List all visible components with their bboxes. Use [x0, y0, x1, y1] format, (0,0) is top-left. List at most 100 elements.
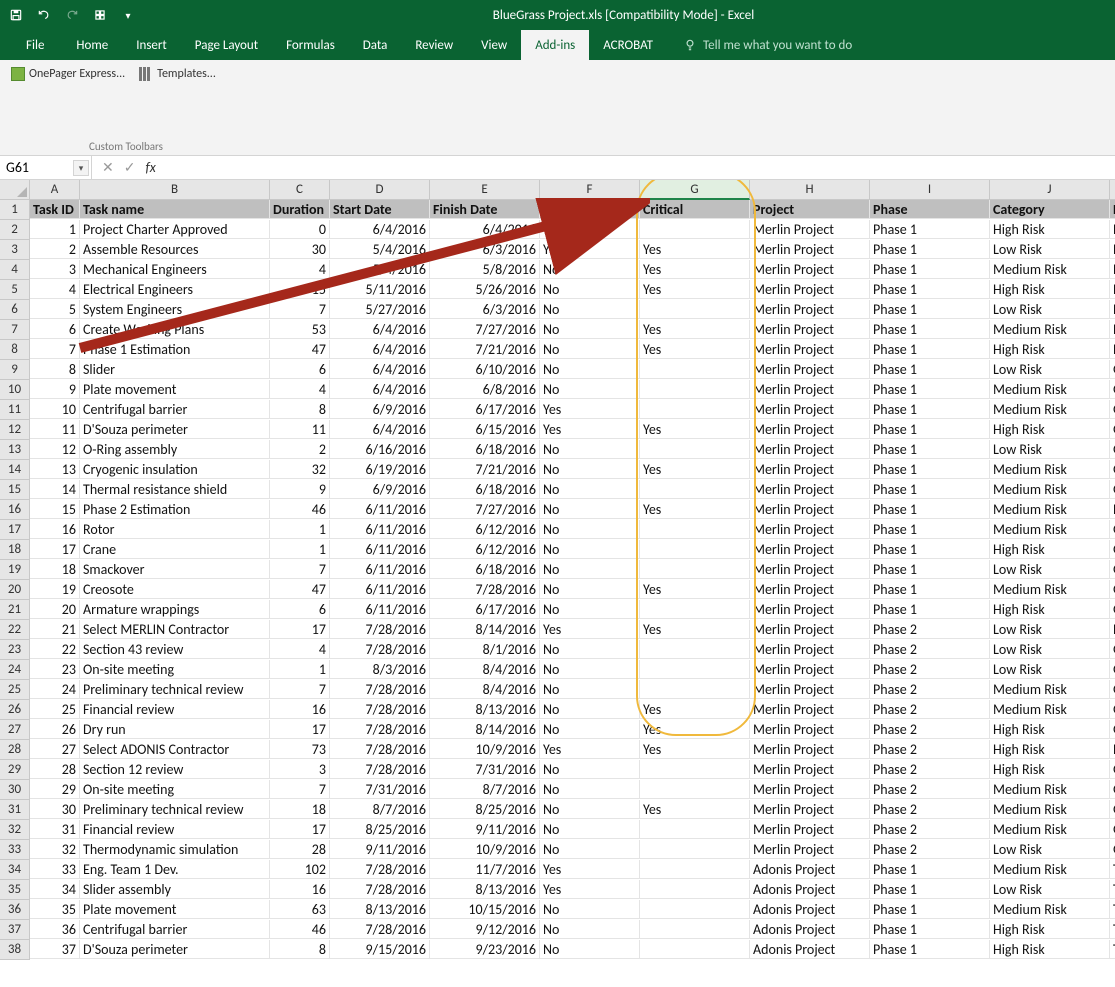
cell[interactable]: Low Risk [990, 300, 1110, 319]
cell[interactable]: No [540, 780, 640, 799]
cell[interactable]: 24 [30, 680, 80, 699]
cell[interactable]: 8/25/2016 [330, 820, 430, 839]
cell[interactable]: Thermodynamic simulation [80, 840, 270, 859]
cell[interactable]: Yes [640, 280, 750, 299]
cell[interactable]: Merlin Project [750, 740, 870, 759]
cell[interactable]: Merlin Project [750, 760, 870, 779]
cell[interactable]: 7/21/2016 [430, 460, 540, 479]
cell[interactable]: 8 [270, 400, 330, 419]
cell[interactable]: Merlin Project [750, 540, 870, 559]
cell[interactable] [640, 680, 750, 699]
cell[interactable]: 1 [270, 540, 330, 559]
cell[interactable]: High Risk [990, 220, 1110, 239]
cell[interactable]: 6/4/2016 [330, 320, 430, 339]
cell[interactable]: Yes [640, 240, 750, 259]
cell[interactable]: Phase 1 [870, 340, 990, 359]
cell[interactable]: No [540, 320, 640, 339]
cell[interactable]: Ge [1110, 720, 1115, 739]
cell[interactable] [640, 560, 750, 579]
cell[interactable]: 5/27/2016 [330, 300, 430, 319]
cell[interactable]: Phase 2 [870, 820, 990, 839]
row-header-24[interactable]: 24 [0, 660, 30, 680]
cell[interactable]: Merlin Project [750, 260, 870, 279]
cell[interactable]: Medium Risk [990, 520, 1110, 539]
cell[interactable]: Plate movement [80, 380, 270, 399]
cell[interactable]: Phase 1 [870, 420, 990, 439]
cell[interactable]: Section 43 review [80, 640, 270, 659]
cell[interactable] [640, 220, 750, 239]
cell[interactable]: Yes [640, 420, 750, 439]
row-header-2[interactable]: 2 [0, 220, 30, 240]
cell[interactable]: Merlin Project [750, 240, 870, 259]
tab-acrobat[interactable]: ACROBAT [589, 30, 667, 60]
cell[interactable]: 6/17/2016 [430, 600, 540, 619]
cell[interactable]: Ge [1110, 360, 1115, 379]
cell[interactable]: Yes [540, 740, 640, 759]
cell[interactable]: Ge [1110, 780, 1115, 799]
cell[interactable]: Pr [1110, 740, 1115, 759]
cell[interactable]: 5/4/2016 [330, 260, 430, 279]
cell[interactable]: 6/3/2016 [430, 240, 540, 259]
cell[interactable]: Merlin Project [750, 220, 870, 239]
cell[interactable]: 73 [270, 740, 330, 759]
cell[interactable]: No [540, 260, 640, 279]
enter-formula-icon[interactable]: ✓ [124, 159, 136, 176]
cell[interactable]: Yes [640, 720, 750, 739]
cell[interactable]: Pr [1110, 500, 1115, 519]
cell[interactable]: 6/17/2016 [430, 400, 540, 419]
cell[interactable]: Pr [1110, 280, 1115, 299]
cell[interactable]: Phase 1 [870, 300, 990, 319]
cell[interactable]: 6 [270, 600, 330, 619]
cell[interactable]: 6/4/2016 [330, 420, 430, 439]
cell[interactable]: Project Charter Approved [80, 220, 270, 239]
cell[interactable]: 7/27/2016 [430, 500, 540, 519]
undo-icon[interactable] [34, 5, 54, 25]
cell[interactable] [640, 360, 750, 379]
redo-icon[interactable] [62, 5, 82, 25]
tab-data[interactable]: Data [349, 30, 402, 60]
header-cell[interactable]: Finish Date [430, 200, 540, 219]
cell[interactable]: No [540, 380, 640, 399]
cell[interactable]: 6 [30, 320, 80, 339]
cell[interactable]: Create Working Plans [80, 320, 270, 339]
cell[interactable]: Armature wrappings [80, 600, 270, 619]
cell[interactable]: 17 [270, 820, 330, 839]
cell[interactable]: No [540, 760, 640, 779]
cell[interactable]: Ge [1110, 820, 1115, 839]
cell[interactable]: 17 [270, 720, 330, 739]
cell[interactable]: 6/18/2016 [430, 440, 540, 459]
cell[interactable]: Ge [1110, 460, 1115, 479]
cell[interactable]: 7/28/2016 [430, 580, 540, 599]
cell[interactable] [640, 400, 750, 419]
cell[interactable]: Ge [1110, 640, 1115, 659]
cell[interactable]: System Engineers [80, 300, 270, 319]
row-header-32[interactable]: 32 [0, 820, 30, 840]
cell[interactable]: 46 [270, 920, 330, 939]
cell[interactable]: 6/18/2016 [430, 480, 540, 499]
cell[interactable]: Merlin Project [750, 600, 870, 619]
cell[interactable]: Yes [640, 460, 750, 479]
cell[interactable]: Adonis Project [750, 940, 870, 959]
cell[interactable]: 7/28/2016 [330, 640, 430, 659]
cell[interactable] [640, 540, 750, 559]
cell[interactable]: Pr [1110, 260, 1115, 279]
cell[interactable]: 17 [270, 620, 330, 639]
column-header-J[interactable]: J [990, 180, 1110, 200]
cell[interactable]: 6/19/2016 [330, 460, 430, 479]
header-cell[interactable]: Phase [870, 200, 990, 219]
cell[interactable]: 26 [30, 720, 80, 739]
tab-file[interactable]: File [8, 30, 62, 60]
cell[interactable]: 11 [30, 420, 80, 439]
name-box-dropdown-icon[interactable]: ▾ [73, 160, 89, 176]
cell[interactable]: Creosote [80, 580, 270, 599]
cell[interactable]: 10/9/2016 [430, 740, 540, 759]
cell[interactable]: 8/4/2016 [430, 680, 540, 699]
cell[interactable]: 2 [30, 240, 80, 259]
cell[interactable]: 6/10/2016 [430, 360, 540, 379]
cell[interactable] [640, 300, 750, 319]
cell[interactable]: 18 [30, 560, 80, 579]
cell[interactable]: Medium Risk [990, 680, 1110, 699]
cell[interactable]: No [540, 840, 640, 859]
cell[interactable]: Rotor [80, 520, 270, 539]
cell[interactable]: 16 [30, 520, 80, 539]
